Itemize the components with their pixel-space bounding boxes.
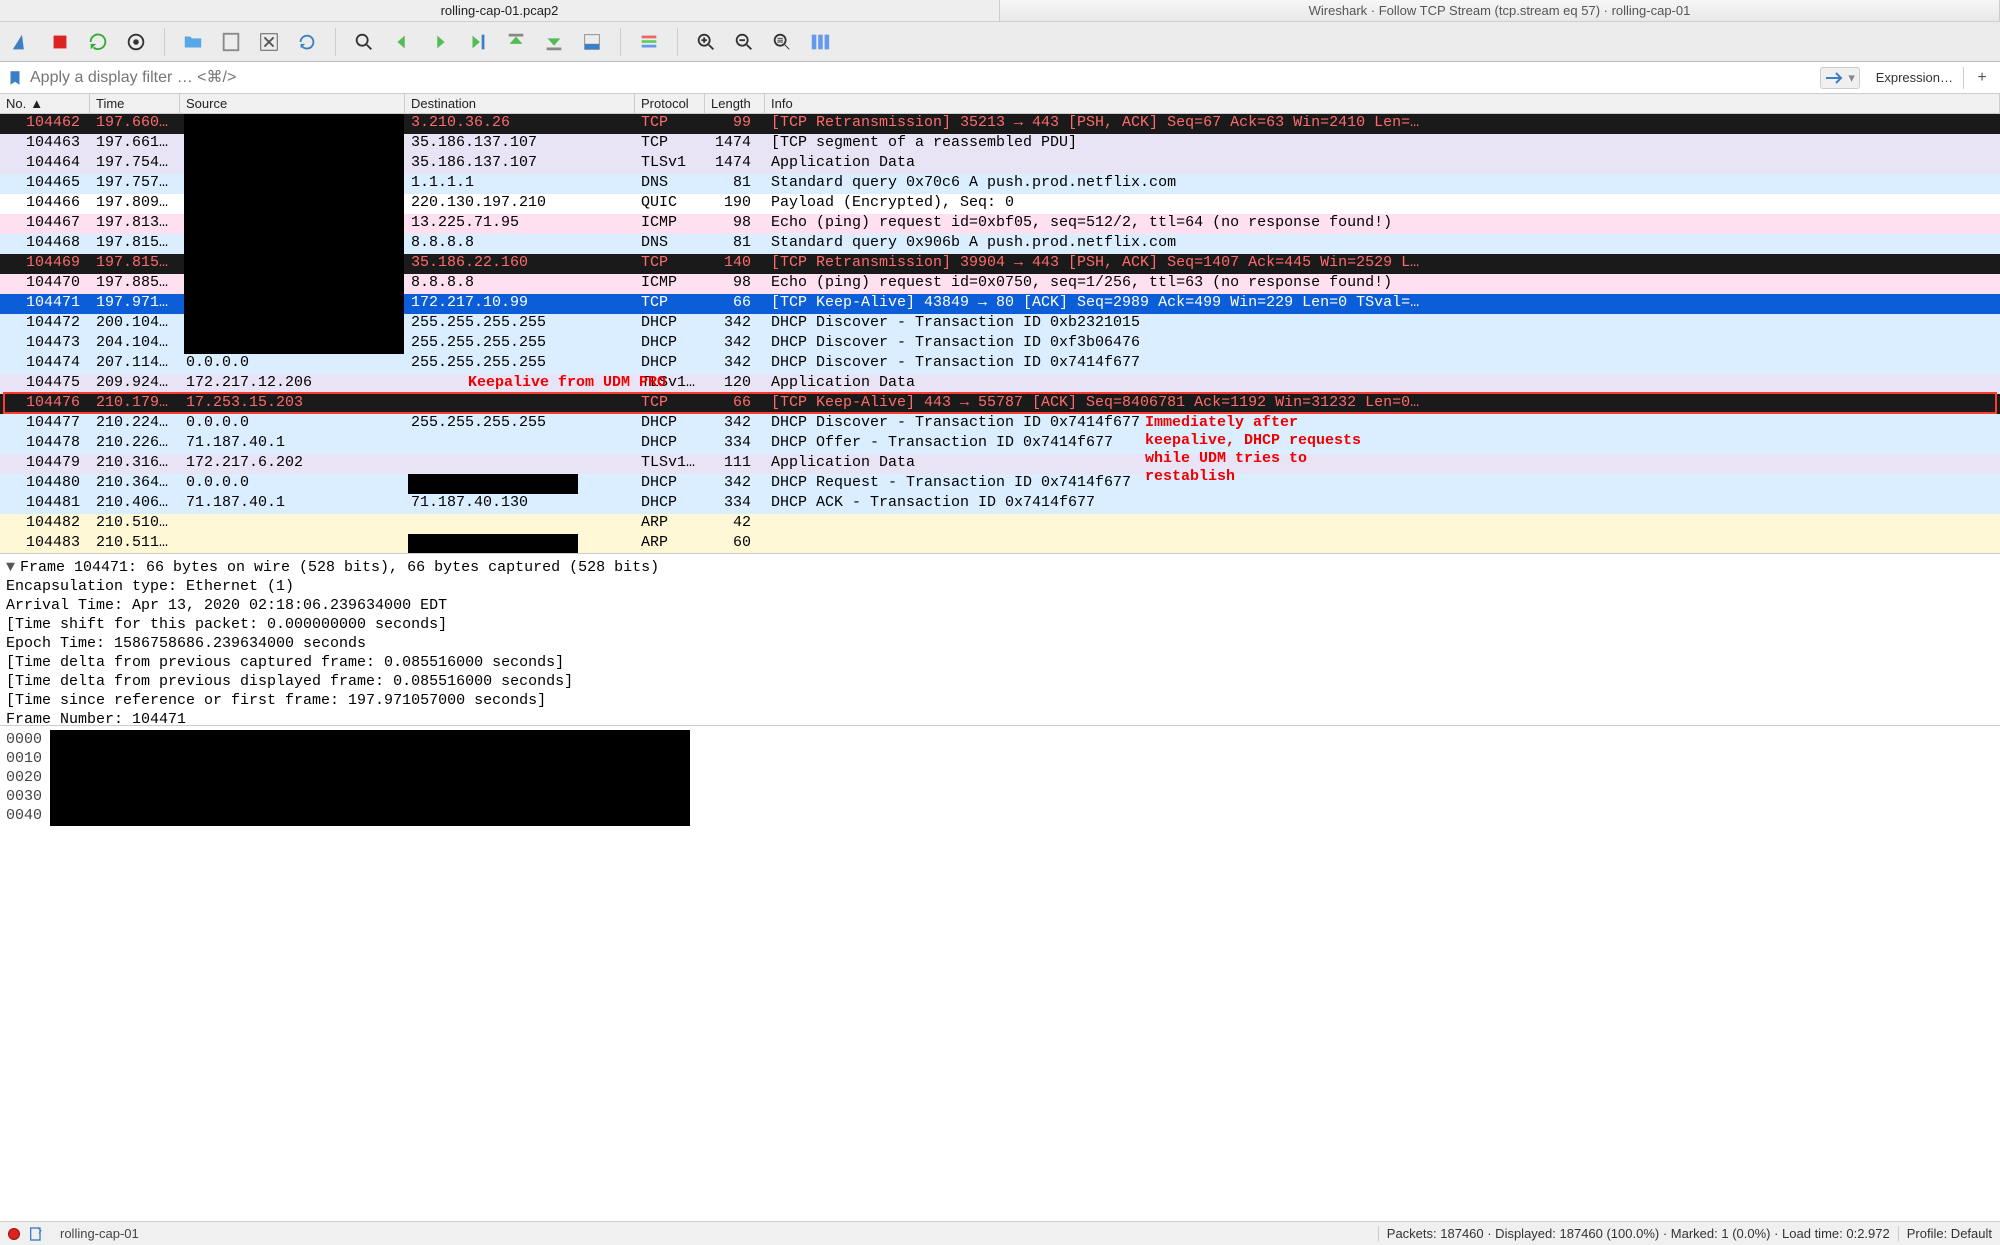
detail-line[interactable]: [Time shift for this packet: 0.000000000…	[6, 615, 1994, 634]
packet-row[interactable]: 104477210.2241…0.0.0.0255.255.255.255DHC…	[0, 414, 2000, 434]
packet-details-pane[interactable]: ▼Frame 104471: 66 bytes on wire (528 bit…	[0, 554, 2000, 726]
capture-options-icon[interactable]	[122, 28, 150, 56]
go-last-icon[interactable]	[540, 28, 568, 56]
shark-fin-icon[interactable]	[8, 28, 36, 56]
detail-line[interactable]: ▼Frame 104471: 66 bytes on wire (528 bit…	[6, 558, 1994, 577]
resize-columns-icon[interactable]	[806, 28, 834, 56]
packet-list[interactable]: 104462197.6606…3.210.36.26TCP99[TCP Retr…	[0, 114, 2000, 554]
go-to-packet-icon[interactable]	[464, 28, 492, 56]
column-protocol[interactable]: Protocol	[635, 94, 705, 113]
packet-row[interactable]: 104481210.4063…71.187.40.171.187.40.130D…	[0, 494, 2000, 514]
detail-line[interactable]: Frame Number: 104471	[6, 710, 1994, 726]
go-back-icon[interactable]	[388, 28, 416, 56]
go-first-icon[interactable]	[502, 28, 530, 56]
column-destination[interactable]: Destination	[405, 94, 635, 113]
packet-row[interactable]: 104474207.1140…0.0.0.0255.255.255.255DHC…	[0, 354, 2000, 374]
tree-expand-icon[interactable]: ▼	[6, 558, 20, 577]
zoom-out-icon[interactable]	[730, 28, 758, 56]
column-length[interactable]: Length	[705, 94, 765, 113]
packet-row[interactable]: 104479210.3160…172.217.6.202TLSv1…111App…	[0, 454, 2000, 474]
redacted-block	[408, 534, 578, 554]
filter-bar: ▾ Expression… +	[0, 62, 2000, 94]
packet-row[interactable]: 104480210.3640…0.0.0.0255.255.255.255DHC…	[0, 474, 2000, 494]
detail-line[interactable]: [Time delta from previous captured frame…	[6, 653, 1994, 672]
column-source[interactable]: Source	[180, 94, 405, 113]
packet-row[interactable]: 104475209.9249…172.217.12.206TLSv1…120Ap…	[0, 374, 2000, 394]
detail-line[interactable]: Encapsulation type: Ethernet (1)	[6, 577, 1994, 596]
detail-line[interactable]: [Time since reference or first frame: 19…	[6, 691, 1994, 710]
expression-button[interactable]: Expression…	[1866, 67, 1964, 89]
main-toolbar	[0, 22, 2000, 62]
close-file-icon[interactable]	[255, 28, 283, 56]
colorize-icon[interactable]	[635, 28, 663, 56]
column-info[interactable]: Info	[765, 94, 2000, 113]
toolbar-separator	[164, 28, 165, 56]
detail-line[interactable]: Arrival Time: Apr 13, 2020 02:18:06.2396…	[6, 596, 1994, 615]
zoom-in-icon[interactable]	[692, 28, 720, 56]
packet-list-header: No.▲ Time Source Destination Protocol Le…	[0, 94, 2000, 114]
add-filter-button[interactable]: +	[1970, 69, 1994, 87]
title-bar: rolling-cap-01.pcap2 Wireshark · Follow …	[0, 0, 2000, 22]
column-no[interactable]: No.▲	[0, 94, 90, 113]
redacted-block	[184, 114, 404, 354]
reload-icon[interactable]	[293, 28, 321, 56]
window-tab-2[interactable]: Wireshark · Follow TCP Stream (tcp.strea…	[1000, 0, 2000, 21]
packet-row[interactable]: 104482210.5103…ARP42	[0, 514, 2000, 534]
expert-info-icon[interactable]	[8, 1228, 20, 1240]
toolbar-separator	[335, 28, 336, 56]
restart-capture-icon[interactable]	[84, 28, 112, 56]
status-bar: rolling-cap-01 Packets: 187460 · Display…	[0, 1221, 2000, 1245]
packet-bytes-pane[interactable]: 00000010002000300040	[0, 726, 2000, 844]
find-icon[interactable]	[350, 28, 378, 56]
apply-filter-button[interactable]: ▾	[1820, 67, 1860, 89]
auto-scroll-icon[interactable]	[578, 28, 606, 56]
packet-row[interactable]: 104483210.5116…ARP60	[0, 534, 2000, 554]
column-time[interactable]: Time	[90, 94, 180, 113]
packet-row[interactable]: 104478210.2268…71.187.40.1DHCP334DHCP Of…	[0, 434, 2000, 454]
go-forward-icon[interactable]	[426, 28, 454, 56]
status-packets-label: Packets: 187460 · Displayed: 187460 (100…	[1378, 1226, 1898, 1241]
window-tab-1[interactable]: rolling-cap-01.pcap2	[0, 0, 1000, 21]
open-file-icon[interactable]	[179, 28, 207, 56]
save-file-icon[interactable]	[217, 28, 245, 56]
zoom-reset-icon[interactable]	[768, 28, 796, 56]
edit-capture-comment-icon[interactable]	[28, 1226, 44, 1242]
detail-line[interactable]: Epoch Time: 1586758686.239634000 seconds	[6, 634, 1994, 653]
bookmark-icon[interactable]	[6, 69, 24, 87]
packet-row[interactable]: 104476210.1797…17.253.15.203TCP66[TCP Ke…	[0, 394, 2000, 414]
toolbar-separator	[620, 28, 621, 56]
status-file-label: rolling-cap-01	[52, 1226, 1378, 1241]
redacted-block	[408, 474, 578, 494]
detail-line[interactable]: [Time delta from previous displayed fram…	[6, 672, 1994, 691]
stop-capture-icon[interactable]	[46, 28, 74, 56]
status-profile-label[interactable]: Profile: Default	[1898, 1226, 2000, 1241]
redacted-block	[50, 730, 690, 826]
display-filter-input[interactable]	[30, 69, 1814, 87]
sort-asc-icon: ▲	[30, 96, 43, 111]
toolbar-separator	[677, 28, 678, 56]
